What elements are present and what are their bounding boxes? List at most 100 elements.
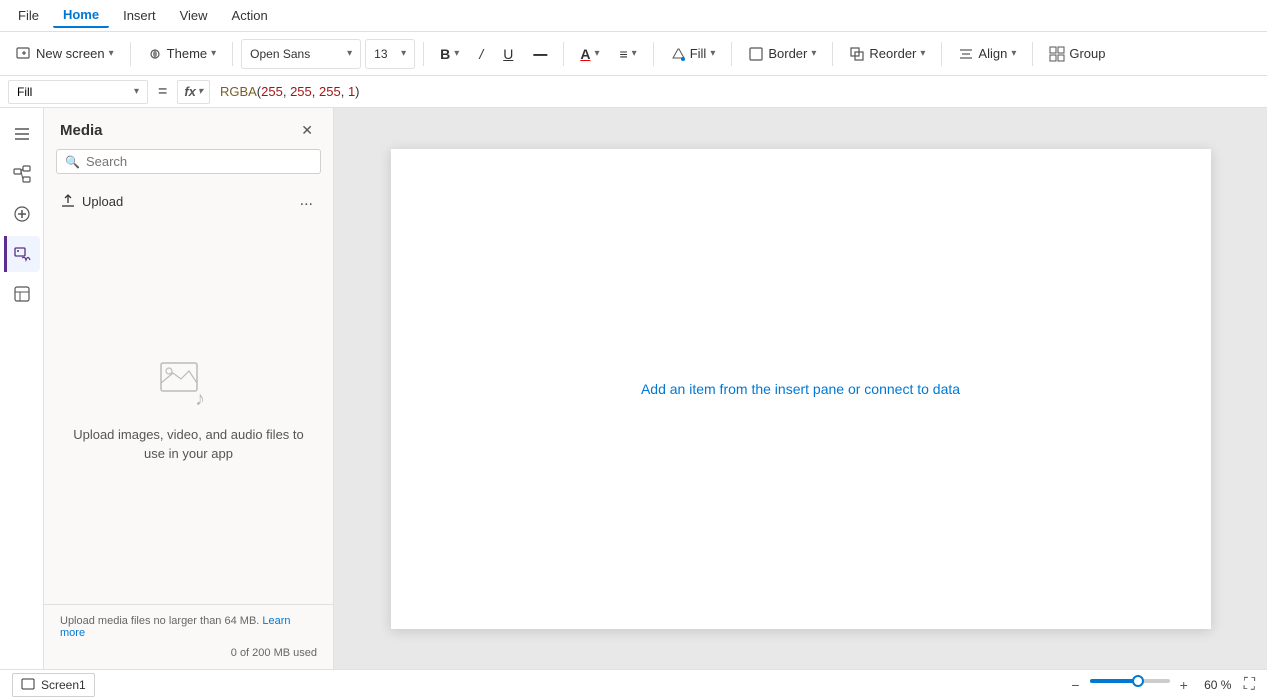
- menu-view[interactable]: View: [170, 4, 218, 27]
- formula-fx-button[interactable]: fx ▾: [177, 80, 210, 104]
- zoom-slider-thumb: [1132, 675, 1144, 687]
- treeview-icon: [13, 165, 31, 183]
- zoom-plus-button[interactable]: +: [1176, 675, 1192, 695]
- sidebar-icon-media[interactable]: [4, 236, 40, 272]
- group-button[interactable]: Group: [1041, 42, 1113, 66]
- sidebar-icon-menu[interactable]: [4, 116, 40, 152]
- media-empty-text: Upload images, video, and audio files to…: [64, 425, 313, 464]
- align-text-chevron: ▾: [632, 48, 637, 59]
- menu-action[interactable]: Action: [222, 4, 278, 27]
- bottom-bar: Screen1 − + 60 % ⛶: [0, 669, 1267, 699]
- media-empty-icon: ♪: [159, 359, 219, 409]
- bold-button[interactable]: B ▾: [432, 42, 467, 66]
- sidebar-icon-insert[interactable]: [4, 196, 40, 232]
- media-empty-illustration: ♪: [159, 359, 219, 409]
- media-empty-state: ♪ Upload images, video, and audio files …: [44, 218, 333, 604]
- toolbar-sep-4: [563, 42, 564, 66]
- toolbar-theme-group: Theme ▾: [139, 42, 225, 66]
- reorder-chevron: ▾: [920, 48, 925, 59]
- zoom-level-label: 60 %: [1198, 678, 1238, 692]
- canvas-connect-link[interactable]: connect to data: [864, 381, 960, 397]
- canvas-frame: Add an item from the insert pane or conn…: [391, 149, 1211, 629]
- theme-icon: [147, 46, 163, 62]
- fill-icon: [670, 46, 686, 62]
- formula-comma-3: ,: [341, 84, 348, 99]
- menu-insert[interactable]: Insert: [113, 4, 166, 27]
- formula-fx-chevron: ▾: [198, 86, 203, 97]
- font-color-chevron: ▾: [594, 48, 599, 59]
- sidebar-icon-treeview[interactable]: [4, 156, 40, 192]
- toolbar-new-screen-group: New screen ▾: [8, 42, 122, 66]
- advanced-icon: [13, 285, 31, 303]
- new-screen-button[interactable]: New screen ▾: [8, 42, 122, 66]
- strikethrough-icon: —: [533, 46, 547, 62]
- formula-comma-2: ,: [312, 84, 319, 99]
- reorder-label: Reorder: [869, 46, 916, 61]
- italic-button[interactable]: /: [471, 42, 491, 66]
- font-size-dropdown[interactable]: 13 ▾: [365, 39, 415, 69]
- media-panel-header: Media ✕: [44, 108, 333, 149]
- align-icon: [958, 46, 974, 62]
- theme-label: Theme: [167, 46, 207, 61]
- strikethrough-button[interactable]: —: [525, 42, 555, 66]
- reorder-button[interactable]: Reorder ▾: [841, 42, 933, 66]
- formula-dropdown-label: Fill: [17, 85, 32, 99]
- upload-icon: [60, 193, 76, 209]
- align-text-icon: ≡: [620, 46, 628, 62]
- screen-tab[interactable]: Screen1: [12, 673, 95, 697]
- media-search-container: 🔍: [56, 149, 321, 174]
- bold-icon: B: [440, 46, 450, 62]
- toolbar-sep-3: [423, 42, 424, 66]
- zoom-minus-button[interactable]: −: [1067, 675, 1083, 695]
- zoom-slider-track: [1090, 679, 1170, 683]
- sidebar-icons: [0, 108, 44, 669]
- font-name: Open Sans: [250, 47, 343, 61]
- formula-rgba-255-3: 255: [319, 84, 341, 99]
- formula-rgba-keyword: RGBA: [220, 84, 257, 99]
- theme-button[interactable]: Theme ▾: [139, 42, 225, 66]
- upload-more-button[interactable]: ...: [296, 190, 317, 212]
- formula-rgba: RGBA(255, 255, 255, 1): [220, 85, 360, 100]
- align-label: Align: [978, 46, 1007, 61]
- screen-tab-icon: [21, 678, 35, 692]
- border-icon: [748, 46, 764, 62]
- formula-dropdown-chevron: ▾: [134, 86, 139, 97]
- main-layout: Media ✕ 🔍 Upload ...: [0, 108, 1267, 669]
- media-close-button[interactable]: ✕: [297, 120, 317, 141]
- media-search-input[interactable]: [86, 154, 312, 169]
- formula-rgba-255-1: 255: [261, 84, 283, 99]
- underline-button[interactable]: U: [495, 42, 521, 66]
- canvas-hint: Add an item from the insert pane or conn…: [641, 381, 960, 397]
- align-text-button[interactable]: ≡ ▾: [612, 42, 645, 66]
- media-footer-text: Upload media files no larger than 64 MB.: [60, 615, 259, 627]
- fill-label: Fill: [690, 46, 707, 61]
- storage-info: 0 of 200 MB used: [60, 647, 317, 659]
- border-button[interactable]: Border ▾: [740, 42, 824, 66]
- formula-rgba-255-2: 255: [290, 84, 312, 99]
- toolbar-sep-8: [941, 42, 942, 66]
- font-color-icon: A: [580, 46, 590, 62]
- formula-fx-label: fx: [184, 84, 196, 99]
- font-color-button[interactable]: A ▾: [572, 42, 607, 66]
- toolbar: New screen ▾ Theme ▾ Open Sans ▾ 13 ▾ B …: [0, 32, 1267, 76]
- upload-button[interactable]: Upload: [60, 193, 123, 209]
- toolbar-sep-1: [130, 42, 131, 66]
- align-button[interactable]: Align ▾: [950, 42, 1024, 66]
- fullscreen-button[interactable]: ⛶: [1244, 676, 1255, 694]
- new-screen-icon: [16, 46, 32, 62]
- border-label: Border: [768, 46, 807, 61]
- formula-dropdown[interactable]: Fill ▾: [8, 80, 148, 104]
- formula-equals: =: [154, 83, 171, 101]
- font-dropdown[interactable]: Open Sans ▾: [241, 39, 361, 69]
- fill-button[interactable]: Fill ▾: [662, 42, 724, 66]
- menu-home[interactable]: Home: [53, 3, 109, 28]
- upload-row: Upload ...: [44, 184, 333, 218]
- group-icon: [1049, 46, 1065, 62]
- upload-label: Upload: [82, 194, 123, 209]
- canvas-hint-text: Add an item from the insert pane or: [641, 381, 860, 397]
- sidebar-icon-advanced[interactable]: [4, 276, 40, 312]
- zoom-slider[interactable]: [1090, 679, 1170, 691]
- toolbar-sep-6: [731, 42, 732, 66]
- zoom-controls: − + 60 % ⛶: [1067, 675, 1255, 695]
- menu-file[interactable]: File: [8, 4, 49, 27]
